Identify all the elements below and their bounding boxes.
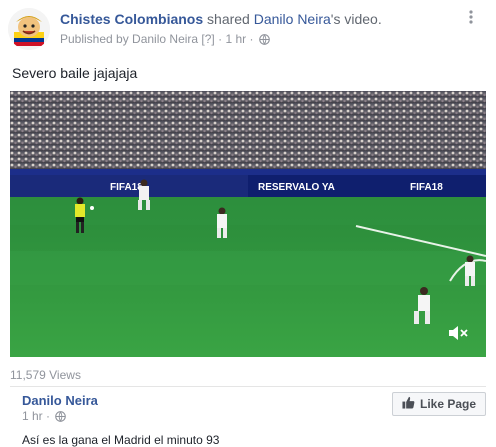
- post-header-text: Chistes Colombianos shared Danilo Neira'…: [60, 10, 382, 49]
- muted-speaker-icon[interactable]: [448, 325, 468, 341]
- shared-text: shared: [203, 11, 254, 27]
- video-frame: FIFA18 RESERVALO YA FIFA18: [10, 91, 486, 357]
- original-meta: 1 hr ·: [22, 409, 67, 425]
- owner-suffix: 's video.: [330, 11, 382, 27]
- divider: [10, 386, 486, 387]
- help-marker[interactable]: [?]: [198, 32, 214, 46]
- owner-name-link[interactable]: Danilo Neira: [254, 11, 331, 27]
- more-options-icon[interactable]: [464, 10, 478, 29]
- post-header: Chistes Colombianos shared Danilo Neira'…: [8, 6, 488, 54]
- post-timestamp[interactable]: 1 hr: [225, 32, 246, 46]
- original-post-text: Así es la gana el Madrid el minuto 93: [22, 433, 220, 447]
- view-count: 11,579 Views: [10, 368, 81, 382]
- like-page-label: Like Page: [419, 397, 477, 411]
- banner-left: FIFA18: [110, 182, 143, 193]
- meta-separator: ·: [214, 32, 226, 46]
- original-author-link[interactable]: Danilo Neira: [22, 393, 98, 408]
- globe-icon: [258, 33, 270, 49]
- original-timestamp[interactable]: 1 hr: [22, 409, 43, 423]
- post-title-line: Chistes Colombianos shared Danilo Neira'…: [60, 10, 382, 28]
- post-meta-line: Published by Danilo Neira [?] · 1 hr ·: [60, 31, 382, 49]
- meta-separator-2: ·: [246, 32, 257, 46]
- page-name-link[interactable]: Chistes Colombianos: [60, 11, 203, 27]
- published-by: Danilo Neira: [132, 32, 199, 46]
- video-player[interactable]: FIFA18 RESERVALO YA FIFA18: [10, 91, 486, 357]
- banner-center: RESERVALO YA: [258, 182, 335, 193]
- published-prefix: Published by: [60, 32, 133, 46]
- page-avatar[interactable]: [8, 8, 50, 50]
- thumbs-up-icon: [402, 396, 415, 412]
- banner-right: FIFA18: [410, 182, 443, 193]
- like-page-button[interactable]: Like Page: [392, 392, 486, 416]
- post-caption: Severo baile jajajaja: [12, 65, 138, 81]
- globe-icon: [55, 411, 67, 425]
- original-separator: ·: [42, 409, 54, 423]
